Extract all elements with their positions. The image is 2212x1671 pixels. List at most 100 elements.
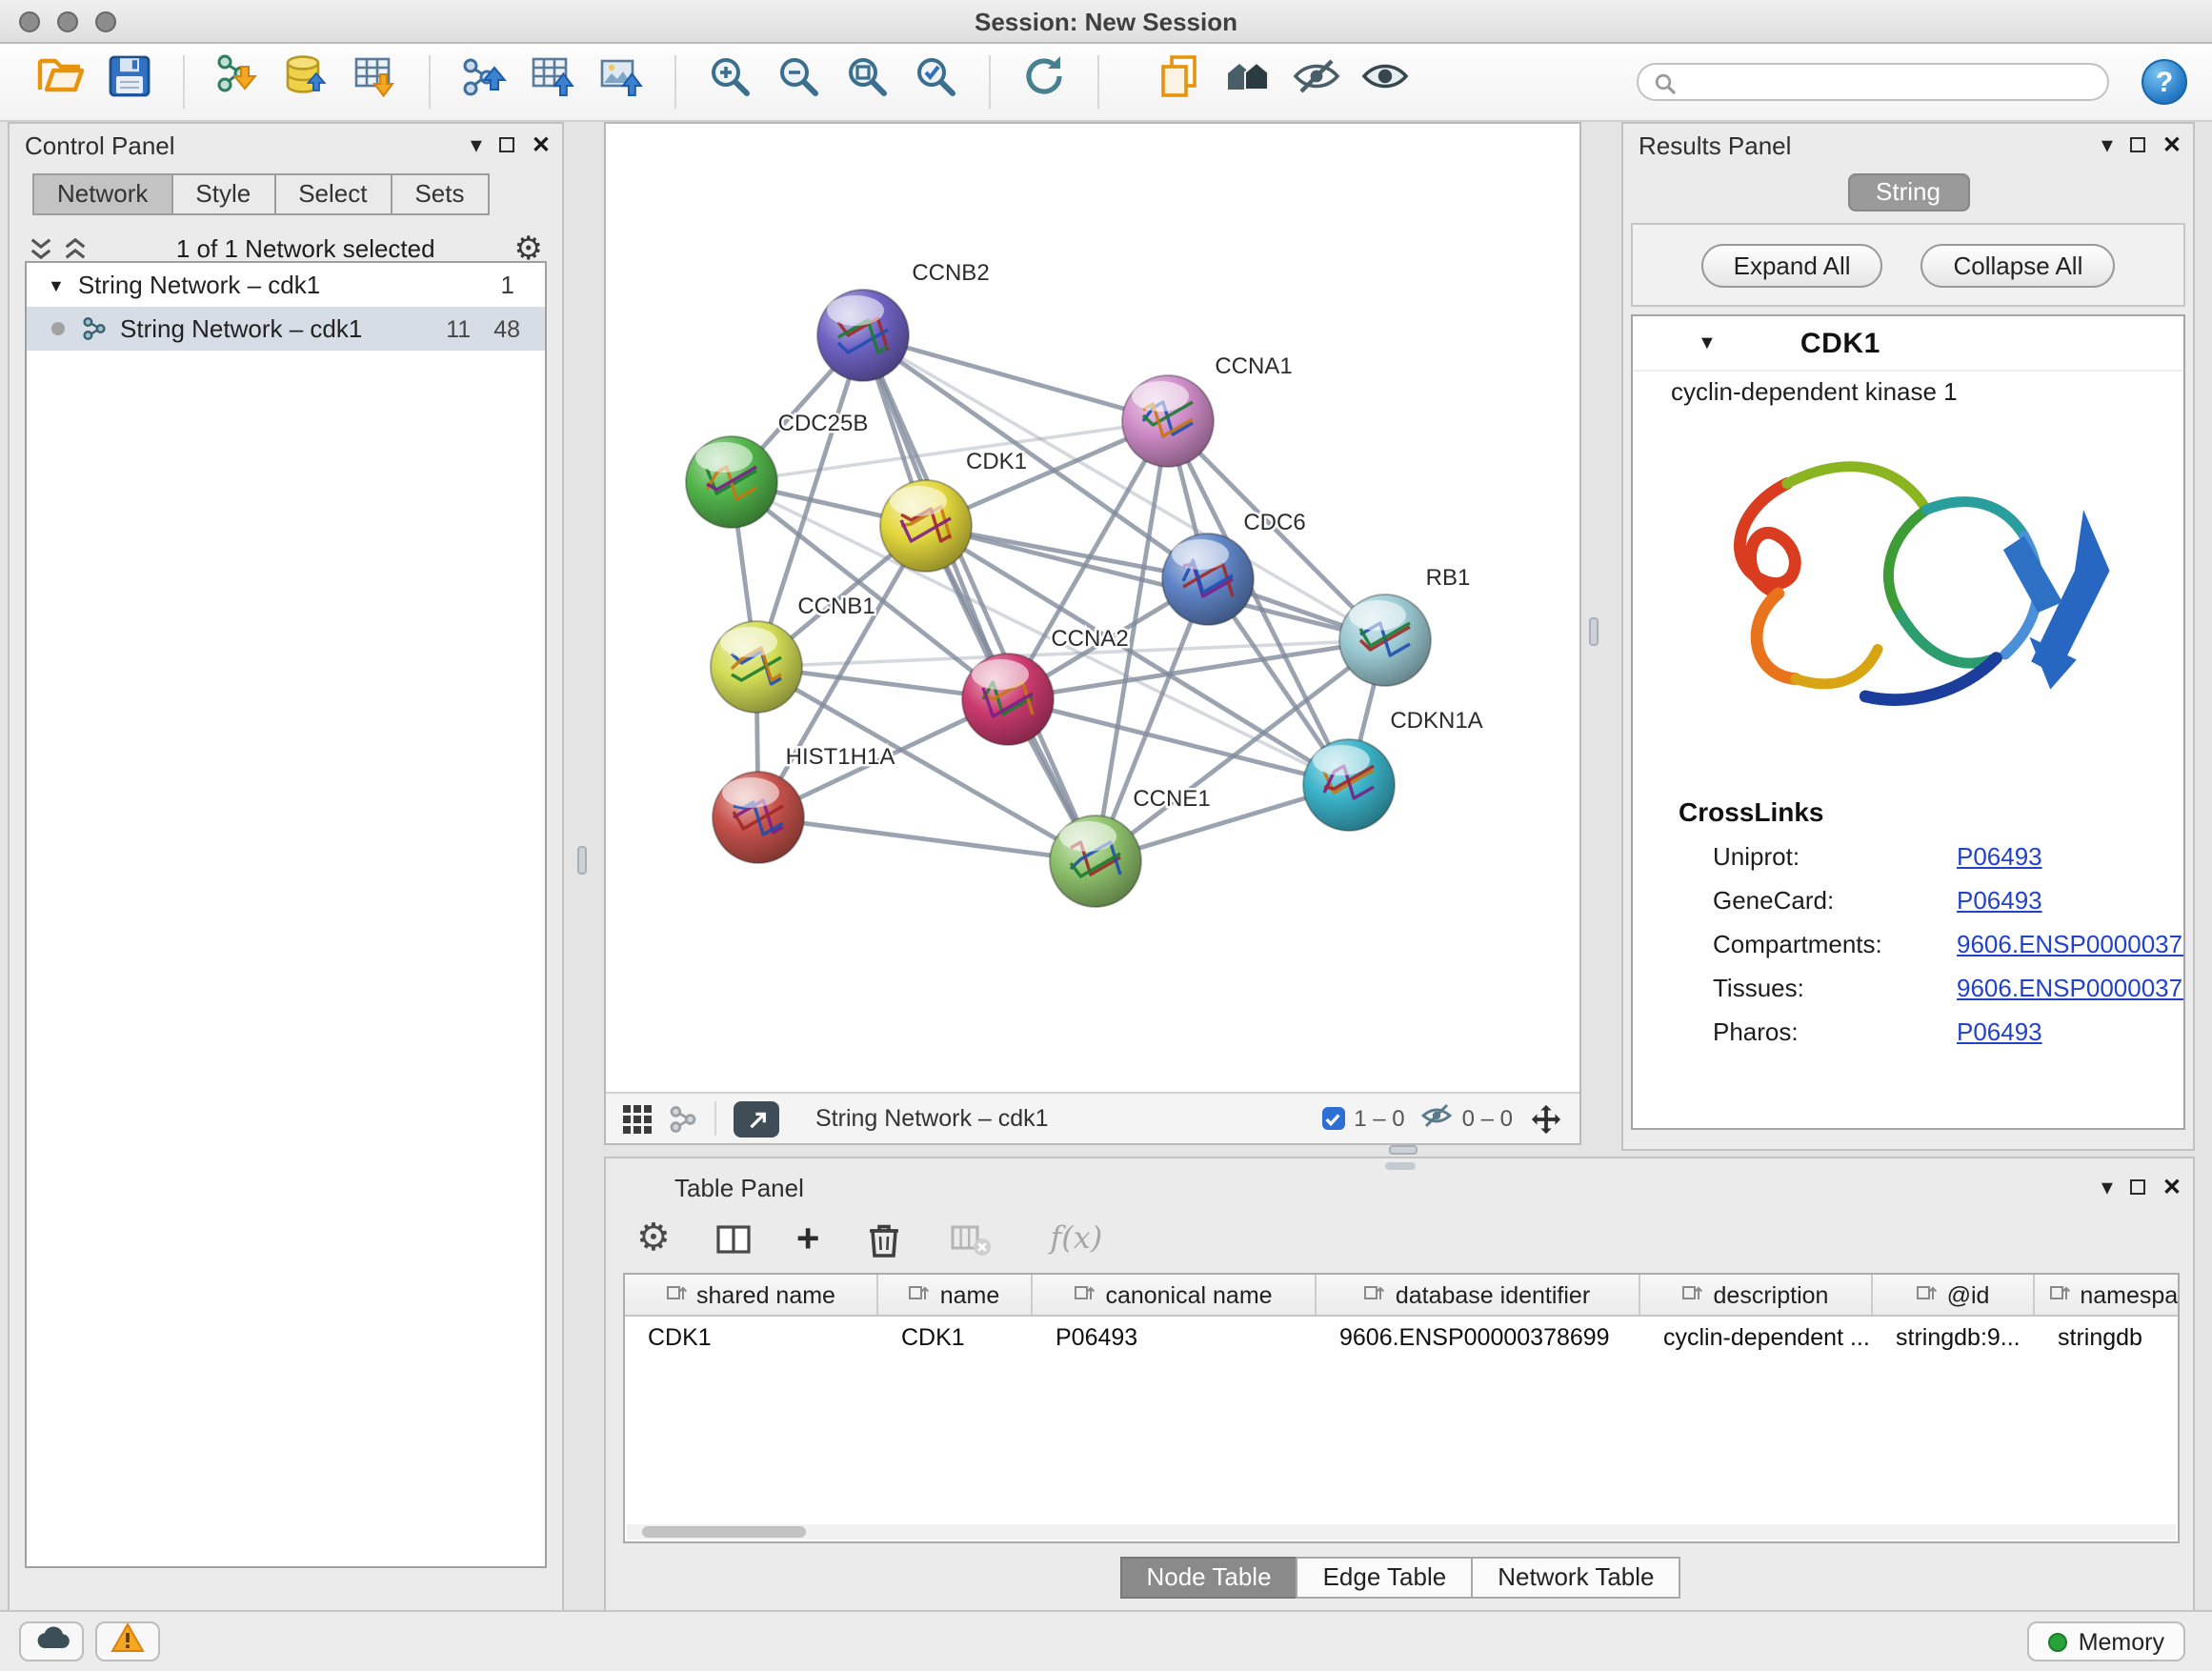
function-builder-icon[interactable]: f(x) bbox=[1050, 1223, 1102, 1254]
string-tab[interactable]: String bbox=[1847, 173, 1969, 211]
panel-close-icon[interactable]: ✕ bbox=[532, 133, 551, 156]
network-node-ccne1[interactable] bbox=[1050, 815, 1141, 907]
table-cell: stringdb bbox=[2035, 1323, 2180, 1350]
zoom-fit-button[interactable] bbox=[833, 49, 901, 113]
export-network-button[interactable] bbox=[450, 49, 518, 113]
zoom-window-button[interactable] bbox=[95, 10, 116, 31]
import-table-from-file-button[interactable] bbox=[341, 49, 410, 113]
tab-network-table[interactable]: Network Table bbox=[1471, 1557, 1680, 1599]
network-share-icon[interactable] bbox=[669, 1104, 697, 1133]
gear-icon[interactable]: ⚙ bbox=[514, 232, 544, 264]
panel-float-icon[interactable] bbox=[2130, 1179, 2145, 1195]
clipboard-button[interactable] bbox=[1145, 49, 1214, 113]
network-collection-row[interactable]: ▼ String Network – cdk1 1 bbox=[27, 263, 545, 307]
export-table-button[interactable] bbox=[518, 49, 587, 113]
collapse-all-button[interactable]: Collapse All bbox=[1921, 243, 2116, 287]
expand-all-button[interactable]: Expand All bbox=[1701, 243, 1883, 287]
tab-network[interactable]: Network bbox=[32, 173, 172, 215]
column-header--id[interactable]: @id bbox=[1873, 1275, 2035, 1315]
search-input[interactable] bbox=[1637, 63, 2109, 101]
bottom-splitter-handle[interactable] bbox=[1389, 1145, 1418, 1155]
zoom-in-button[interactable] bbox=[695, 49, 764, 113]
overview-button[interactable] bbox=[1214, 49, 1282, 113]
table-row[interactable]: CDK1CDK1P064939606.ENSP00000378699cyclin… bbox=[625, 1317, 2178, 1357]
network-node-cdc6[interactable] bbox=[1162, 534, 1254, 625]
left-splitter-handle[interactable] bbox=[577, 846, 587, 875]
horizontal-scrollbar[interactable] bbox=[627, 1524, 2176, 1540]
expand-triangle-icon[interactable]: ▼ bbox=[1698, 332, 1717, 353]
collapse-all-networks-icon[interactable] bbox=[63, 235, 88, 260]
column-header-name[interactable]: name bbox=[878, 1275, 1033, 1315]
crosslink-value-link[interactable]: 9606.ENSP00000378699 bbox=[1957, 930, 2185, 958]
expand-triangle-icon[interactable]: ▼ bbox=[48, 275, 65, 294]
network-edge[interactable] bbox=[863, 335, 1096, 861]
zoom-out-button[interactable] bbox=[764, 49, 833, 113]
minimize-window-button[interactable] bbox=[57, 10, 78, 31]
add-column-plus-icon[interactable]: + bbox=[796, 1218, 820, 1258]
tab-edge-table[interactable]: Edge Table bbox=[1297, 1557, 1474, 1599]
crosslink-value-link[interactable]: P06493 bbox=[1957, 842, 2042, 871]
network-edge[interactable] bbox=[758, 817, 1096, 861]
warnings-button[interactable] bbox=[95, 1621, 160, 1661]
help-button[interactable]: ? bbox=[2142, 59, 2187, 105]
checkbox-icon bbox=[1321, 1107, 1344, 1130]
tab-node-table[interactable]: Node Table bbox=[1119, 1557, 1297, 1599]
panel-collapse-icon[interactable]: ▾ bbox=[2101, 1176, 2113, 1198]
network-node-hist1h1a[interactable] bbox=[713, 772, 804, 863]
column-header-description[interactable]: description bbox=[1640, 1275, 1873, 1315]
export-image-button[interactable] bbox=[587, 49, 655, 113]
gene-section-header[interactable]: ▼ CDK1 bbox=[1633, 316, 2183, 372]
grid-view-icon[interactable] bbox=[623, 1104, 652, 1133]
column-header-database-identifier[interactable]: database identifier bbox=[1317, 1275, 1640, 1315]
pan-crosshair-icon[interactable] bbox=[1530, 1102, 1562, 1135]
network-node-ccnb2[interactable] bbox=[817, 290, 909, 381]
warning-triangle-icon bbox=[111, 1621, 145, 1662]
column-header-namespac[interactable]: namespac bbox=[2035, 1275, 2180, 1315]
crosslink-value-link[interactable]: 9606.ENSP00000378699 bbox=[1957, 974, 2185, 1002]
node-label-hist1h1a: HIST1H1A bbox=[786, 744, 895, 770]
refresh-view-button[interactable] bbox=[1010, 49, 1078, 113]
import-network-from-file-button[interactable] bbox=[204, 49, 272, 113]
show-columns-icon[interactable] bbox=[713, 1218, 754, 1258]
panel-collapse-icon[interactable]: ▾ bbox=[471, 133, 482, 156]
delete-trash-icon[interactable] bbox=[861, 1216, 907, 1261]
panel-float-icon[interactable] bbox=[499, 137, 514, 152]
open-session-button[interactable] bbox=[27, 49, 95, 113]
birds-eye-view-button[interactable] bbox=[734, 1100, 779, 1137]
column-header-canonical-name[interactable]: canonical name bbox=[1033, 1275, 1317, 1315]
network-canvas[interactable]: CCNB2CCNA1CDC25BCDK1CDC6RB1CCNB1CCNA2CDK… bbox=[606, 124, 1579, 1092]
panel-collapse-icon[interactable]: ▾ bbox=[2101, 133, 2113, 156]
network-node-ccna2[interactable] bbox=[962, 654, 1054, 745]
expand-all-networks-icon[interactable] bbox=[29, 235, 53, 260]
column-header-shared-name[interactable]: shared name bbox=[625, 1275, 878, 1315]
hidden-nodes-counter[interactable]: 0 – 0 bbox=[1422, 1103, 1513, 1134]
network-node-cdkn1a[interactable] bbox=[1303, 739, 1395, 831]
show-graphics-details-button[interactable] bbox=[1351, 49, 1419, 113]
panel-close-icon[interactable]: ✕ bbox=[2162, 133, 2182, 156]
crosslink-value-link[interactable]: P06493 bbox=[1957, 1017, 2042, 1046]
right-splitter-handle[interactable] bbox=[1589, 617, 1599, 646]
save-session-button[interactable] bbox=[95, 49, 164, 113]
tab-select[interactable]: Select bbox=[273, 173, 392, 215]
panel-float-icon[interactable] bbox=[2130, 137, 2145, 152]
network-row-selected[interactable]: String Network – cdk1 11 48 bbox=[27, 307, 545, 351]
zoom-selected-button[interactable] bbox=[901, 49, 970, 113]
hide-graphics-details-button[interactable] bbox=[1282, 49, 1351, 113]
memory-button[interactable]: Memory bbox=[2027, 1621, 2185, 1661]
tab-sets[interactable]: Sets bbox=[390, 173, 489, 215]
network-node-cdc25b[interactable] bbox=[686, 436, 777, 528]
selected-nodes-counter[interactable]: 1 – 0 bbox=[1321, 1105, 1404, 1132]
panel-close-icon[interactable]: ✕ bbox=[2162, 1176, 2182, 1198]
table-settings-gear-icon[interactable]: ⚙ bbox=[636, 1219, 671, 1258]
close-window-button[interactable] bbox=[19, 10, 40, 31]
network-node-cdk1[interactable] bbox=[880, 480, 972, 572]
network-edge[interactable] bbox=[863, 335, 1168, 421]
import-network-from-database-button[interactable] bbox=[272, 49, 341, 113]
network-node-ccna1[interactable] bbox=[1122, 375, 1214, 467]
network-node-ccnb1[interactable] bbox=[711, 621, 802, 713]
network-node-rb1[interactable] bbox=[1339, 594, 1431, 686]
cloud-status-button[interactable] bbox=[19, 1621, 84, 1661]
crosslink-value-link[interactable]: P06493 bbox=[1957, 886, 2042, 915]
tab-style[interactable]: Style bbox=[171, 173, 275, 215]
scrollbar-thumb[interactable] bbox=[642, 1526, 806, 1538]
